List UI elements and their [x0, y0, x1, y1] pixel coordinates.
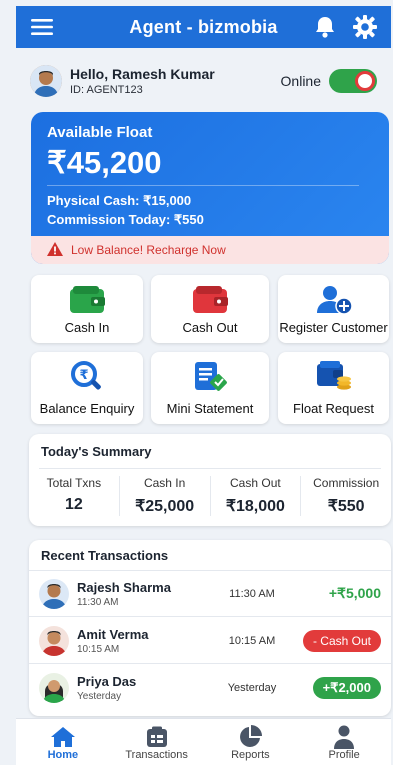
- add-user-icon: [315, 283, 353, 317]
- balance-enquiry-label: Balance Enquiry: [39, 401, 135, 416]
- avatar: [39, 673, 69, 703]
- transactions-icon: [146, 725, 168, 749]
- cash-in-button[interactable]: Cash In: [31, 275, 143, 343]
- user-header: Hello, Ramesh Kumar ID: AGENT123 Online: [16, 56, 391, 106]
- bottom-nav: Home Transactions Reports Profile: [16, 718, 391, 765]
- person-icon: [333, 725, 355, 749]
- nav-reports[interactable]: Reports: [204, 719, 298, 765]
- transaction-time: Yesterday: [227, 682, 277, 694]
- cash-out-button[interactable]: Cash Out: [151, 275, 269, 343]
- online-toggle[interactable]: [329, 69, 377, 93]
- nav-transactions[interactable]: Transactions: [110, 719, 204, 765]
- transaction-subtext: Yesterday: [77, 691, 122, 702]
- nav-home[interactable]: Home: [16, 719, 110, 765]
- agent-id: ID: AGENT123: [70, 84, 143, 96]
- app-bar: Agent - bizmobia: [16, 6, 391, 48]
- avatar: [39, 625, 69, 656]
- mini-statement-label: Mini Statement: [166, 401, 254, 416]
- nav-home-label: Home: [47, 749, 79, 761]
- mini-statement-button[interactable]: Mini Statement: [151, 352, 269, 424]
- transaction-amount: +₹5,000: [328, 585, 381, 601]
- float-label: Available Float: [47, 124, 153, 141]
- greeting-text: Hello, Ramesh Kumar: [70, 66, 215, 82]
- wallet-coins-icon: [315, 360, 353, 394]
- alert-text: Low Balance! Recharge Now: [71, 243, 226, 257]
- nav-profile-label: Profile: [328, 749, 360, 761]
- wallet-green-icon: [68, 283, 106, 317]
- cash-out-label: Cash Out: [182, 320, 238, 335]
- cash-in-label: Cash In: [64, 320, 110, 335]
- amount-badge: +₹2,000: [312, 677, 381, 699]
- nav-profile[interactable]: Profile: [297, 719, 391, 765]
- summary-total-txns: Total Txns 12: [29, 476, 120, 516]
- recent-title: Recent Transactions: [41, 548, 169, 563]
- avatar: [39, 578, 69, 609]
- search-rupee-icon: ₹: [68, 360, 106, 394]
- summary-commission: Commission ₹550: [313, 476, 380, 515]
- summary-cash-out: Cash Out ₹18,000: [211, 476, 302, 516]
- transaction-row[interactable]: Rajesh Sharma 11:30 AM 11:30 AM +₹5,000: [29, 571, 391, 617]
- transaction-row[interactable]: Priya Das Yesterday Yesterday +₹2,000: [29, 665, 391, 711]
- register-customer-label: Register Customer: [279, 320, 388, 335]
- cash-out-badge: - Cash Out: [302, 629, 381, 652]
- warning-icon: [47, 241, 63, 259]
- float-amount: ₹45,200: [47, 145, 162, 180]
- svg-text:₹: ₹: [79, 368, 88, 383]
- menu-icon[interactable]: [28, 13, 56, 41]
- transaction-name: Rajesh Sharma: [77, 579, 171, 595]
- summary-cash-in: Cash In ₹25,000: [120, 476, 211, 516]
- balance-enquiry-button[interactable]: ₹ Balance Enquiry: [31, 352, 143, 424]
- gear-icon[interactable]: [351, 13, 379, 41]
- avatar[interactable]: [30, 65, 62, 97]
- transaction-time: 11:30 AM: [229, 587, 275, 600]
- pie-chart-icon: [238, 725, 263, 749]
- float-request-button[interactable]: Float Request: [278, 352, 389, 424]
- today-summary-card: Today's Summary Total Txns 12 Cash In ₹2…: [29, 434, 391, 526]
- transaction-subtext: 10:15 AM: [77, 643, 120, 655]
- bell-icon[interactable]: [311, 13, 339, 41]
- nav-reports-label: Reports: [231, 749, 270, 761]
- commission-today: Commission Today: ₹550: [47, 212, 204, 227]
- statement-icon: [191, 360, 229, 394]
- float-request-label: Float Request: [293, 401, 374, 416]
- online-status-label: Online: [280, 73, 321, 89]
- transaction-subtext: 11:30 AM: [77, 596, 119, 608]
- recent-transactions-card: Recent Transactions Rajesh Sharma 11:30 …: [29, 540, 391, 716]
- transaction-time: 10:15 AM: [228, 634, 276, 647]
- transaction-row[interactable]: Amit Verma 10:15 AM 10:15 AM - Cash Out: [29, 618, 391, 664]
- transaction-name: Amit Verma: [77, 626, 149, 642]
- register-customer-button[interactable]: Register Customer: [278, 275, 389, 343]
- physical-cash: Physical Cash: ₹15,000: [47, 193, 192, 208]
- wallet-red-icon: [191, 283, 229, 317]
- transaction-name: Priya Das: [77, 674, 137, 689]
- low-balance-alert[interactable]: Low Balance! Recharge Now: [31, 236, 389, 264]
- nav-transactions-label: Transactions: [125, 749, 188, 761]
- home-icon: [50, 725, 76, 749]
- float-card: Available Float ₹45,200 Physical Cash: ₹…: [31, 112, 389, 264]
- summary-title: Today's Summary: [41, 444, 152, 459]
